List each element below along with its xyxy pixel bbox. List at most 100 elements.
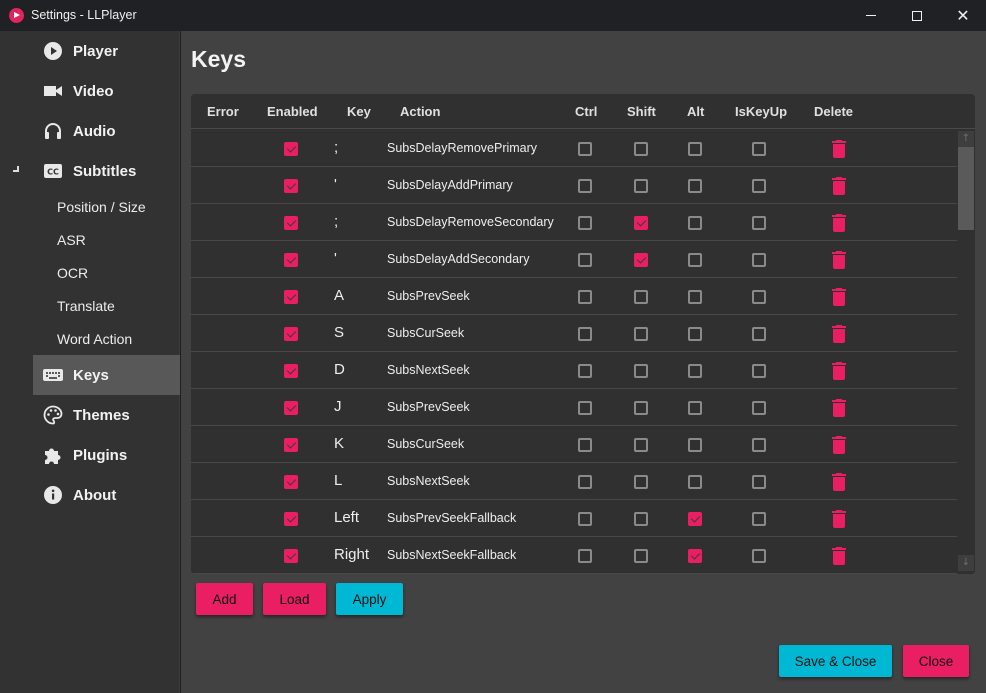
sidebar-item-video[interactable]: Video: [33, 71, 180, 111]
sidebar-subitem-translate[interactable]: Translate: [57, 294, 115, 318]
action-cell[interactable]: SubsNextSeekFallback: [387, 548, 516, 562]
table-row[interactable]: Right SubsNextSeekFallback: [191, 537, 957, 574]
action-cell[interactable]: SubsCurSeek: [387, 326, 464, 340]
ctrl-checkbox[interactable]: [578, 142, 592, 156]
table-row[interactable]: D SubsNextSeek: [191, 352, 957, 389]
iskeyup-checkbox[interactable]: [752, 253, 766, 267]
sidebar-subitem-position-size[interactable]: Position / Size: [57, 195, 146, 219]
shift-checkbox[interactable]: [634, 216, 648, 230]
table-row[interactable]: L SubsNextSeek: [191, 463, 957, 500]
ctrl-checkbox[interactable]: [578, 475, 592, 489]
alt-checkbox[interactable]: [688, 512, 702, 526]
close-button[interactable]: Close: [903, 645, 969, 677]
enabled-checkbox[interactable]: [284, 475, 298, 489]
key-cell[interactable]: ': [334, 250, 337, 267]
enabled-checkbox[interactable]: [284, 290, 298, 304]
ctrl-checkbox[interactable]: [578, 549, 592, 563]
enabled-checkbox[interactable]: [284, 549, 298, 563]
alt-checkbox[interactable]: [688, 401, 702, 415]
key-cell[interactable]: K: [334, 435, 344, 452]
shift-checkbox[interactable]: [634, 475, 648, 489]
expand-collapse-icon[interactable]: [13, 166, 19, 172]
iskeyup-checkbox[interactable]: [752, 401, 766, 415]
enabled-checkbox[interactable]: [284, 364, 298, 378]
shift-checkbox[interactable]: [634, 364, 648, 378]
column-header-iskeyup[interactable]: IsKeyUp: [735, 104, 787, 119]
alt-checkbox[interactable]: [688, 438, 702, 452]
vertical-scrollbar[interactable]: ↑ ↓: [957, 129, 975, 574]
key-cell[interactable]: ;: [334, 213, 338, 230]
column-header-error[interactable]: Error: [207, 104, 239, 119]
enabled-checkbox[interactable]: [284, 512, 298, 526]
sidebar-item-player[interactable]: Player: [33, 31, 180, 71]
action-cell[interactable]: SubsCurSeek: [387, 437, 464, 451]
alt-checkbox[interactable]: [688, 327, 702, 341]
sidebar-item-audio[interactable]: Audio: [33, 111, 180, 151]
sidebar-item-subtitles[interactable]: CC Subtitles: [33, 151, 180, 191]
key-cell[interactable]: A: [334, 287, 344, 304]
alt-checkbox[interactable]: [688, 142, 702, 156]
iskeyup-checkbox[interactable]: [752, 290, 766, 304]
table-row[interactable]: Left SubsPrevSeekFallback: [191, 500, 957, 537]
iskeyup-checkbox[interactable]: [752, 179, 766, 193]
key-cell[interactable]: ;: [334, 139, 338, 156]
column-header-action[interactable]: Action: [400, 104, 440, 119]
column-header-key[interactable]: Key: [347, 104, 371, 119]
sidebar-subitem-asr[interactable]: ASR: [57, 228, 86, 252]
enabled-checkbox[interactable]: [284, 327, 298, 341]
sidebar-item-themes[interactable]: Themes: [33, 395, 180, 435]
ctrl-checkbox[interactable]: [578, 327, 592, 341]
iskeyup-checkbox[interactable]: [752, 364, 766, 378]
ctrl-checkbox[interactable]: [578, 438, 592, 452]
enabled-checkbox[interactable]: [284, 179, 298, 193]
alt-checkbox[interactable]: [688, 475, 702, 489]
action-cell[interactable]: SubsPrevSeekFallback: [387, 511, 516, 525]
key-cell[interactable]: L: [334, 472, 342, 489]
iskeyup-checkbox[interactable]: [752, 142, 766, 156]
alt-checkbox[interactable]: [688, 179, 702, 193]
table-row[interactable]: ' SubsDelayAddPrimary: [191, 167, 957, 204]
key-cell[interactable]: ': [334, 176, 337, 193]
action-cell[interactable]: SubsDelayRemoveSecondary: [387, 215, 554, 229]
table-row[interactable]: J SubsPrevSeek: [191, 389, 957, 426]
shift-checkbox[interactable]: [634, 327, 648, 341]
maximize-button[interactable]: [894, 0, 940, 31]
table-row[interactable]: ; SubsDelayRemoveSecondary: [191, 204, 957, 241]
alt-checkbox[interactable]: [688, 290, 702, 304]
shift-checkbox[interactable]: [634, 290, 648, 304]
shift-checkbox[interactable]: [634, 549, 648, 563]
scroll-up-arrow-icon[interactable]: ↑: [958, 131, 974, 147]
shift-checkbox[interactable]: [634, 179, 648, 193]
iskeyup-checkbox[interactable]: [752, 438, 766, 452]
iskeyup-checkbox[interactable]: [752, 327, 766, 341]
action-cell[interactable]: SubsDelayAddSecondary: [387, 252, 529, 266]
key-cell[interactable]: S: [334, 324, 344, 341]
save-and-close-button[interactable]: Save & Close: [779, 645, 892, 677]
iskeyup-checkbox[interactable]: [752, 216, 766, 230]
enabled-checkbox[interactable]: [284, 438, 298, 452]
shift-checkbox[interactable]: [634, 438, 648, 452]
key-cell[interactable]: D: [334, 361, 345, 378]
iskeyup-checkbox[interactable]: [752, 549, 766, 563]
key-cell[interactable]: J: [334, 398, 342, 415]
column-header-ctrl[interactable]: Ctrl: [575, 104, 597, 119]
action-cell[interactable]: SubsPrevSeek: [387, 289, 470, 303]
enabled-checkbox[interactable]: [284, 401, 298, 415]
ctrl-checkbox[interactable]: [578, 179, 592, 193]
action-cell[interactable]: SubsNextSeek: [387, 474, 470, 488]
action-cell[interactable]: SubsPrevSeek: [387, 400, 470, 414]
scroll-down-arrow-icon[interactable]: ↓: [958, 555, 974, 571]
delete-trash-icon[interactable]: [832, 251, 846, 269]
column-header-enabled[interactable]: Enabled: [267, 104, 318, 119]
sidebar-subitem-ocr[interactable]: OCR: [57, 261, 88, 285]
column-header-shift[interactable]: Shift: [627, 104, 656, 119]
table-row[interactable]: A SubsPrevSeek: [191, 278, 957, 315]
sidebar-item-about[interactable]: About: [33, 475, 180, 515]
iskeyup-checkbox[interactable]: [752, 475, 766, 489]
delete-trash-icon[interactable]: [832, 325, 846, 343]
delete-trash-icon[interactable]: [832, 177, 846, 195]
alt-checkbox[interactable]: [688, 216, 702, 230]
action-cell[interactable]: SubsDelayAddPrimary: [387, 178, 513, 192]
load-button[interactable]: Load: [263, 583, 326, 615]
table-row[interactable]: ' SubsDelayAddSecondary: [191, 241, 957, 278]
